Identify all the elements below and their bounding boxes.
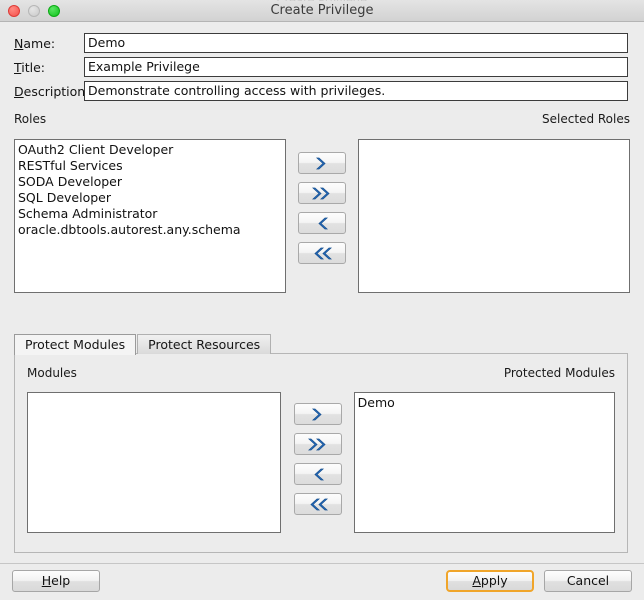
window-title: Create Privilege [270,3,374,18]
chevron-left-icon [310,468,326,481]
roles-label: Roles [14,112,47,126]
tab-protect-modules[interactable]: Protect Modules [14,334,137,355]
apply-button[interactable]: Apply [446,570,534,592]
chevron-double-left-icon [308,498,328,511]
help-button[interactable]: Help [12,570,100,592]
privilege-form: Name: Demo Title: Example Privilege Desc… [0,22,644,105]
list-item[interactable]: SQL Developer [15,190,285,206]
chevron-double-right-icon [312,187,332,200]
chevron-double-left-icon [312,247,332,260]
roles-headers: Roles Selected Roles [14,112,630,126]
roles-section: Roles Selected Roles OAuth2 Client Devel… [14,112,630,293]
apply-mnemonic: A [472,573,481,588]
modules-transfer: Demo [27,392,615,533]
roles-transfer: OAuth2 Client Developer RESTful Services S… [14,139,630,293]
roles-available-list[interactable]: OAuth2 Client Developer RESTful Services S… [14,139,286,293]
help-mnemonic: H [41,573,52,588]
tabstrip: Protect Modules Protect Resources [14,333,628,355]
modules-label: Modules [27,366,77,380]
description-label-mnemonic: D [14,83,24,99]
name-input[interactable]: Demo [84,33,628,53]
modules-move-all-left-button[interactable] [293,493,342,515]
footer-separator [0,563,644,564]
list-item[interactable]: Schema Administrator [15,206,285,222]
list-item[interactable]: OAuth2 Client Developer [15,142,285,158]
roles-selected-list[interactable] [358,139,630,293]
chevron-double-right-icon [307,438,328,451]
move-all-right-button[interactable] [298,182,346,204]
protected-modules-list[interactable]: Demo [353,392,615,533]
modules-headers: Modules Protected Modules [27,366,615,380]
list-item[interactable]: oracle.dbtools.autorest.any.schema [15,222,285,238]
move-right-button[interactable] [298,152,346,174]
name-row: Name: Demo [0,33,644,53]
protected-modules-label: Protected Modules [503,366,615,380]
window-titlebar: Create Privilege Create Privilege [0,0,644,22]
name-label: Name: [14,35,56,51]
title-input[interactable]: Example Privilege [84,57,628,77]
tab-protect-resources[interactable]: Protect Resources [137,334,272,354]
title-row: Title: Example Privilege [0,57,644,77]
modules-arrow-buttons [293,403,342,515]
modules-move-right-button[interactable] [293,403,342,425]
list-item[interactable]: SODA Developer [15,174,285,190]
modules-move-left-button[interactable] [293,463,342,485]
modules-available-list[interactable] [27,392,281,533]
modules-move-all-right-button[interactable] [293,433,342,455]
chevron-left-icon [314,217,330,230]
roles-arrow-buttons [298,152,346,264]
name-label-mnemonic: N [14,35,24,51]
chevron-right-icon [310,408,326,421]
description-label: Description: [14,83,90,99]
cancel-button[interactable]: Cancel [544,570,632,592]
dialog-footer: Help Apply Cancel [0,569,644,593]
list-item[interactable]: RESTful Services [15,158,285,174]
protect-modules-panel: Modules Protected Modules Demo [14,353,628,553]
protect-tabs-container: Protect Modules Protect Resources Module… [14,333,628,553]
chevron-right-icon [314,157,330,170]
title-label: Title: [14,59,46,75]
description-row: Description: Demonstrate controlling acc… [0,81,644,101]
move-left-button[interactable] [298,212,346,234]
move-all-left-button[interactable] [298,242,346,264]
list-item[interactable]: Demo [355,395,614,411]
description-input[interactable]: Demonstrate controlling access with priv… [84,81,628,101]
selected-roles-label: Selected Roles [542,112,630,126]
